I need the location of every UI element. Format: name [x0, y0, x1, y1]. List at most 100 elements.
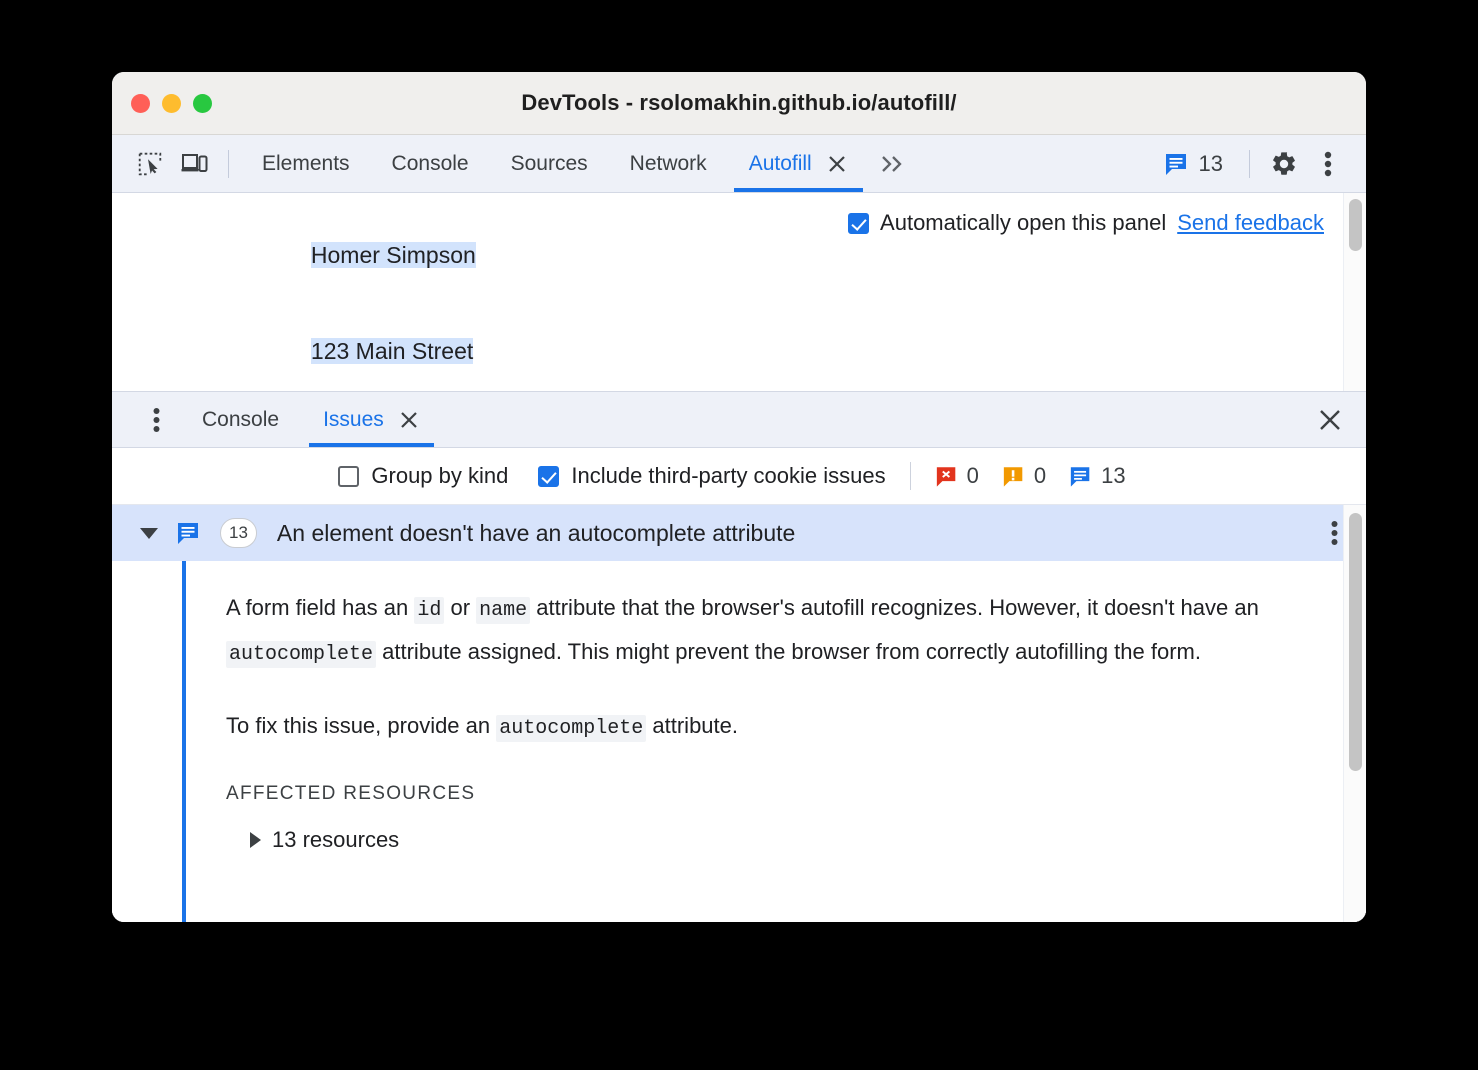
error-count-group[interactable]: 0 — [935, 463, 979, 489]
autofill-scrollbar-thumb[interactable] — [1349, 199, 1362, 251]
devtools-window: DevTools - rsolomakhin.github.io/autofil… — [112, 72, 1366, 922]
info-count-value: 13 — [1101, 463, 1126, 488]
code-autocomplete: autocomplete — [226, 641, 377, 668]
affected-resources-heading: AFFECTED RESOURCES — [226, 783, 476, 804]
expand-collapse-icon[interactable] — [140, 527, 158, 539]
auto-open-panel-checkbox[interactable] — [848, 212, 870, 234]
title-bar: DevTools - rsolomakhin.github.io/autofil… — [112, 72, 1366, 135]
drawer-tab-issues-label: Issues — [323, 407, 384, 431]
more-tabs-button[interactable] — [869, 153, 919, 175]
error-count-value: 0 — [966, 463, 979, 488]
device-toolbar-icon — [181, 153, 208, 172]
tab-network[interactable]: Network — [609, 135, 728, 192]
code-id: id — [414, 597, 445, 624]
device-toolbar-button[interactable] — [172, 144, 216, 184]
group-by-kind-label: Group by kind — [371, 463, 509, 488]
tab-autofill-close-button[interactable] — [826, 153, 848, 175]
drawer-tab-console-label: Console — [202, 407, 280, 431]
send-feedback-link[interactable]: Send feedback — [1177, 210, 1324, 236]
kebab-menu-icon — [1331, 521, 1338, 545]
autofill-panel-controls: Automatically open this panel Send feedb… — [848, 210, 1324, 236]
group-by-kind-checkbox[interactable] — [338, 465, 360, 487]
code-autocomplete-fix: autocomplete — [496, 715, 647, 742]
error-bubble-icon — [936, 466, 955, 487]
info-bubble-icon — [178, 523, 198, 544]
issue-accent-bar — [182, 561, 186, 922]
tab-sources[interactable]: Sources — [490, 135, 609, 192]
tab-network-label: Network — [629, 151, 707, 175]
info-bubble-icon — [1070, 466, 1090, 487]
warning-count-group[interactable]: 0 — [1002, 463, 1046, 489]
chevron-right-icon — [250, 832, 261, 848]
group-by-kind-control[interactable]: Group by kind — [338, 463, 508, 489]
info-count-group[interactable]: 13 — [1069, 463, 1126, 489]
toolbar-divider — [228, 149, 229, 178]
desc-part-4: attribute assigned. This might prevent t… — [376, 639, 1201, 664]
tab-autofill[interactable]: Autofill — [728, 135, 869, 192]
issue-count-badge: 13 — [220, 518, 257, 548]
code-name: name — [476, 597, 531, 624]
issues-scrollbar-thumb[interactable] — [1349, 513, 1362, 771]
tab-autofill-label: Autofill — [748, 151, 812, 175]
inspect-element-button[interactable] — [128, 144, 172, 184]
window-title: DevTools - rsolomakhin.github.io/autofil… — [521, 90, 957, 115]
tab-console-label: Console — [391, 151, 469, 175]
address-token: 123 Main Street — [310, 338, 474, 364]
affected-resources-count-label: 13 resources — [272, 827, 400, 852]
address-line: 123 Main Street — [247, 303, 515, 391]
issue-row-header[interactable]: 13 An element doesn't have an autocomple… — [112, 505, 1366, 561]
issue-fix-paragraph: To fix this issue, provide an autocomple… — [226, 705, 1316, 749]
drawer-menu-button[interactable] — [136, 400, 176, 440]
issues-filter-bar: Group by kind Include third-party cookie… — [112, 448, 1366, 505]
drawer-tab-console[interactable]: Console — [184, 392, 297, 447]
tab-elements[interactable]: Elements — [241, 135, 371, 192]
issue-menu-button[interactable] — [1331, 520, 1338, 546]
desc-part-3: attribute that the browser's autofill re… — [530, 595, 1259, 620]
drawer-close-button[interactable] — [1316, 406, 1344, 434]
issues-count-value: 13 — [1198, 150, 1223, 176]
toolbar-right-actions: 13 — [1150, 135, 1366, 192]
main-menu-button[interactable] — [1306, 144, 1350, 184]
desc-part-2: or — [444, 595, 477, 620]
third-party-cookies-checkbox[interactable] — [538, 465, 560, 487]
third-party-cookies-control[interactable]: Include third-party cookie issues — [538, 463, 886, 489]
issues-list: 13 An element doesn't have an autocomple… — [112, 505, 1366, 922]
address-line: Homer Simpson — [247, 207, 515, 303]
desc-part-1: A form field has an — [226, 595, 415, 620]
drawer-tab-issues[interactable]: Issues — [305, 392, 438, 447]
panel-tabs: Elements Console Sources Network Autofil… — [241, 135, 919, 192]
affected-resources-toggle[interactable]: 13 resources — [250, 827, 1336, 853]
close-icon — [400, 411, 417, 428]
close-icon — [1320, 409, 1340, 430]
tab-console[interactable]: Console — [371, 135, 490, 192]
issue-title: An element doesn't have an autocomplete … — [276, 519, 796, 546]
close-icon — [828, 155, 845, 172]
address-token: Homer Simpson — [310, 242, 476, 268]
gear-icon — [1273, 151, 1295, 175]
issues-counter-button[interactable]: 13 — [1150, 151, 1237, 177]
auto-open-panel-label[interactable]: Automatically open this panel — [880, 210, 1166, 236]
third-party-cookies-label: Include third-party cookie issues — [571, 463, 886, 488]
autofill-scrollbar[interactable] — [1343, 193, 1366, 391]
inspect-element-icon — [138, 152, 162, 175]
issues-scrollbar[interactable] — [1343, 505, 1366, 922]
kebab-menu-icon — [153, 407, 159, 432]
issue-count-summary: 0 0 13 — [935, 463, 1140, 489]
devtools-main-toolbar: Elements Console Sources Network Autofil… — [112, 135, 1366, 193]
warning-bubble-icon — [1003, 466, 1023, 487]
toolbar-divider-right — [1249, 149, 1250, 178]
chevron-double-right-icon — [881, 155, 902, 172]
fix-part-2: attribute. — [646, 713, 738, 738]
drawer-tab-bar: Console Issues — [112, 392, 1366, 448]
drawer-tab-issues-close-button[interactable] — [398, 409, 420, 431]
filter-divider — [909, 462, 911, 490]
autofill-panel: Homer Simpson 123 Main Street Springfiel… — [112, 193, 1366, 392]
settings-button[interactable] — [1262, 144, 1306, 184]
tab-sources-label: Sources — [510, 151, 588, 175]
issue-detail-content: A form field has an id or name attribute… — [182, 561, 1366, 853]
autofill-address-preview: Homer Simpson 123 Main Street Springfiel… — [247, 207, 515, 391]
issue-description-paragraph: A form field has an id or name attribute… — [226, 587, 1316, 675]
fix-part-1: To fix this issue, provide an — [226, 713, 497, 738]
screenshot-root: DevTools - rsolomakhin.github.io/autofil… — [0, 0, 1478, 1070]
issue-detail-panel: A form field has an id or name attribute… — [112, 561, 1366, 922]
